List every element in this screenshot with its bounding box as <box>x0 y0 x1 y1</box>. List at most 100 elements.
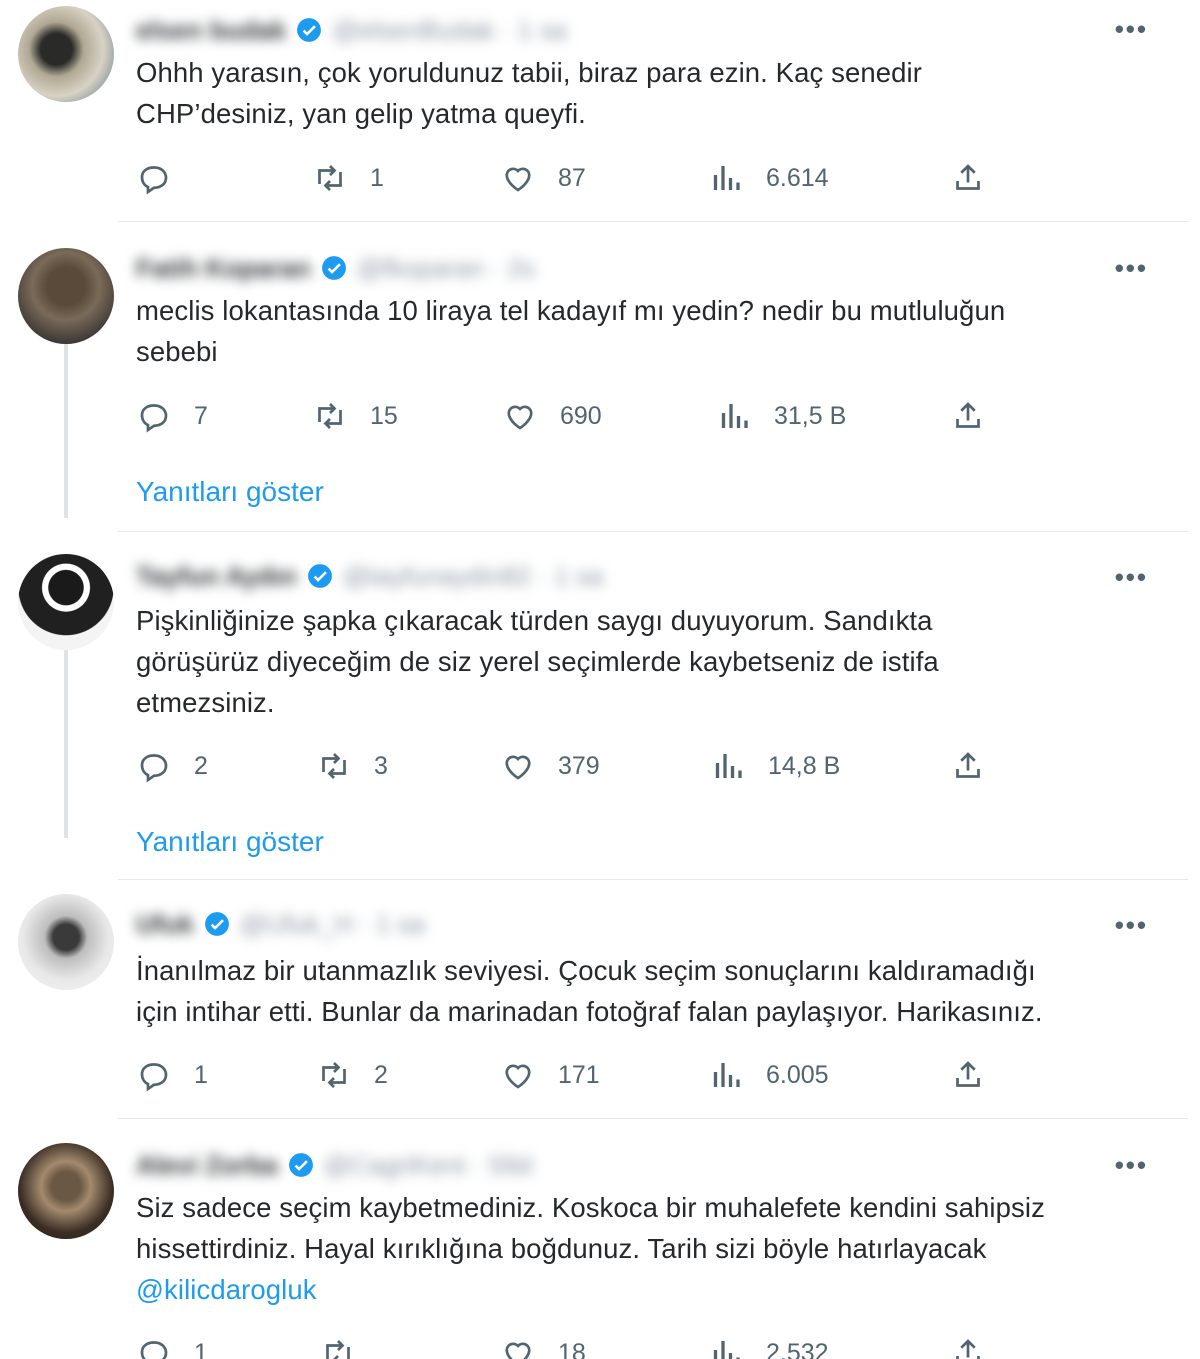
views-button[interactable]: 31,5 B <box>716 396 846 436</box>
reply-button[interactable]: 7 <box>136 396 208 436</box>
retweet-count: 2 <box>374 1060 388 1089</box>
avatar[interactable] <box>18 554 114 650</box>
retweet-button[interactable]: 15 <box>312 396 398 436</box>
share-icon <box>956 1339 980 1359</box>
view-count: 14,8 B <box>768 751 841 780</box>
tweet-text-line: Ohhh yarasın, çok yoruldunuz tabii, bira… <box>136 57 922 88</box>
more-options-icon[interactable]: ••• <box>1115 1150 1148 1181</box>
more-options-icon[interactable]: ••• <box>1115 910 1148 941</box>
tweet-text-line: Pişkinliğinize şapka çıkaracak türden sa… <box>136 605 933 636</box>
reply-count: 1 <box>194 1338 208 1359</box>
share-icon <box>956 164 980 190</box>
share-icon <box>956 402 980 428</box>
more-options-icon[interactable]: ••• <box>1115 253 1148 284</box>
tweet-header: Fatih Koparan @fkoparan · 2s <box>136 250 535 286</box>
retweet-icon <box>322 753 346 779</box>
like-count: 690 <box>560 401 602 430</box>
tweet-header: Alevi Zorba @CagriKent · 59d <box>136 1147 532 1183</box>
tweet-actions: 1 2 171 6.005 <box>136 1055 996 1095</box>
tweet-text-line: için intihar etti. Bunlar da marinadan f… <box>136 996 1043 1027</box>
tweet-text-line: hissettirdiniz. Hayal kırıklığına boğdun… <box>136 1233 987 1264</box>
retweet-button[interactable]: 1 <box>312 158 384 198</box>
tweet-actions: 1 87 6.614 <box>136 158 996 198</box>
like-button[interactable]: 87 <box>500 158 586 198</box>
share-button[interactable] <box>950 396 986 436</box>
author-name[interactable]: elsen budak <box>136 15 286 46</box>
author-handle[interactable]: @elsenBudak · 1 sa <box>332 15 567 46</box>
retweet-count: 15 <box>370 401 398 430</box>
author-handle[interactable]: @fkoparan · 2s <box>357 253 535 284</box>
share-button[interactable] <box>950 746 986 786</box>
view-count: 31,5 B <box>774 401 847 430</box>
more-options-icon[interactable]: ••• <box>1115 562 1148 593</box>
tweet[interactable]: Fatih Koparan @fkoparan · 2s ••• meclis … <box>0 222 1200 532</box>
reply-icon <box>140 1341 168 1359</box>
share-button[interactable] <box>950 158 986 198</box>
reply-icon <box>140 166 168 195</box>
avatar[interactable] <box>18 894 114 990</box>
tweet-text-line: CHP’desiniz, yan gelip yatma queyfi. <box>136 98 586 129</box>
view-count: 6.005 <box>766 1060 829 1089</box>
retweet-button[interactable]: 2 <box>316 1055 388 1095</box>
view-count: 6.614 <box>766 163 829 192</box>
tweet-text: İnanılmaz bir utanmazlık seviyesi. Çocuk… <box>136 950 1186 1032</box>
avatar[interactable] <box>18 6 114 102</box>
tweet-header: elsen budak @elsenBudak · 1 sa <box>136 12 567 48</box>
like-button[interactable]: 18 <box>500 1333 586 1359</box>
thread-line <box>64 338 68 518</box>
share-icon <box>956 1061 980 1087</box>
like-button[interactable]: 690 <box>502 396 602 436</box>
views-button[interactable]: 14,8 B <box>710 746 840 786</box>
tweet-actions: 1 18 2.532 <box>136 1333 996 1359</box>
like-button[interactable]: 379 <box>500 746 600 786</box>
author-handle[interactable]: @CagriKent · 59d <box>324 1150 533 1181</box>
share-button[interactable] <box>950 1333 986 1359</box>
tweet-text-line: sebebi <box>136 336 218 367</box>
author-name[interactable]: Tayfun Aydın <box>136 561 297 592</box>
tweet[interactable]: elsen budak @elsenBudak · 1 sa ••• Ohhh … <box>0 0 1200 222</box>
heart-icon <box>505 167 531 192</box>
more-options-icon[interactable]: ••• <box>1115 14 1148 45</box>
views-button[interactable]: 6.614 <box>708 158 829 198</box>
heart-icon <box>505 1342 531 1359</box>
author-name[interactable]: Fatih Koparan <box>136 253 311 284</box>
retweet-button[interactable]: 3 <box>316 746 388 786</box>
avatar[interactable] <box>18 1143 114 1239</box>
author-handle[interactable]: @tayfunaydin82 · 1 sa <box>343 561 604 592</box>
share-icon <box>956 752 980 778</box>
reply-count: 7 <box>194 401 208 430</box>
like-button[interactable]: 171 <box>500 1055 600 1095</box>
reply-button[interactable]: 2 <box>136 746 208 786</box>
heart-icon <box>505 755 531 780</box>
reply-count: 2 <box>194 751 208 780</box>
retweet-button[interactable] <box>320 1333 378 1359</box>
heart-icon <box>505 1064 531 1089</box>
author-name[interactable]: Alevi Zorba <box>136 1150 278 1181</box>
avatar[interactable] <box>18 248 114 344</box>
tweet-header: Ufuk @Ufuk_H · 1 sa <box>136 906 425 942</box>
tweet[interactable]: Ufuk @Ufuk_H · 1 sa ••• İnanılmaz bir ut… <box>0 880 1200 1118</box>
tweet-text: Siz sadece seçim kaybetmediniz. Koskoca … <box>136 1187 1186 1310</box>
retweet-count: 3 <box>374 751 388 780</box>
reply-button[interactable] <box>136 158 194 198</box>
views-chart-icon <box>713 1341 740 1359</box>
show-replies-link[interactable]: Yanıtları göster <box>136 476 324 508</box>
views-button[interactable]: 2.532 <box>708 1333 829 1359</box>
reply-button[interactable]: 1 <box>136 1055 208 1095</box>
show-replies-link[interactable]: Yanıtları göster <box>136 826 324 858</box>
author-handle[interactable]: @Ufuk_H · 1 sa <box>240 909 425 940</box>
reply-button[interactable]: 1 <box>136 1333 208 1359</box>
share-button[interactable] <box>950 1055 986 1095</box>
tweet[interactable]: Tayfun Aydın @tayfunaydin82 · 1 sa ••• P… <box>0 532 1200 880</box>
retweet-icon <box>318 403 342 429</box>
tweet-text: meclis lokantasında 10 liraya tel kadayı… <box>136 290 1176 372</box>
author-name[interactable]: Ufuk <box>136 909 194 940</box>
mention-link[interactable]: @kilicdarogluk <box>136 1269 1186 1310</box>
reply-count: 1 <box>194 1060 208 1089</box>
tweet[interactable]: Alevi Zorba @CagriKent · 59d ••• Siz sad… <box>0 1119 1200 1359</box>
views-chart-icon <box>721 404 748 428</box>
tweet-actions: 2 3 379 14,8 B <box>136 746 996 786</box>
tweet-text: Pişkinliğinize şapka çıkaracak türden sa… <box>136 600 1176 723</box>
views-button[interactable]: 6.005 <box>708 1055 829 1095</box>
like-count: 18 <box>558 1338 586 1359</box>
